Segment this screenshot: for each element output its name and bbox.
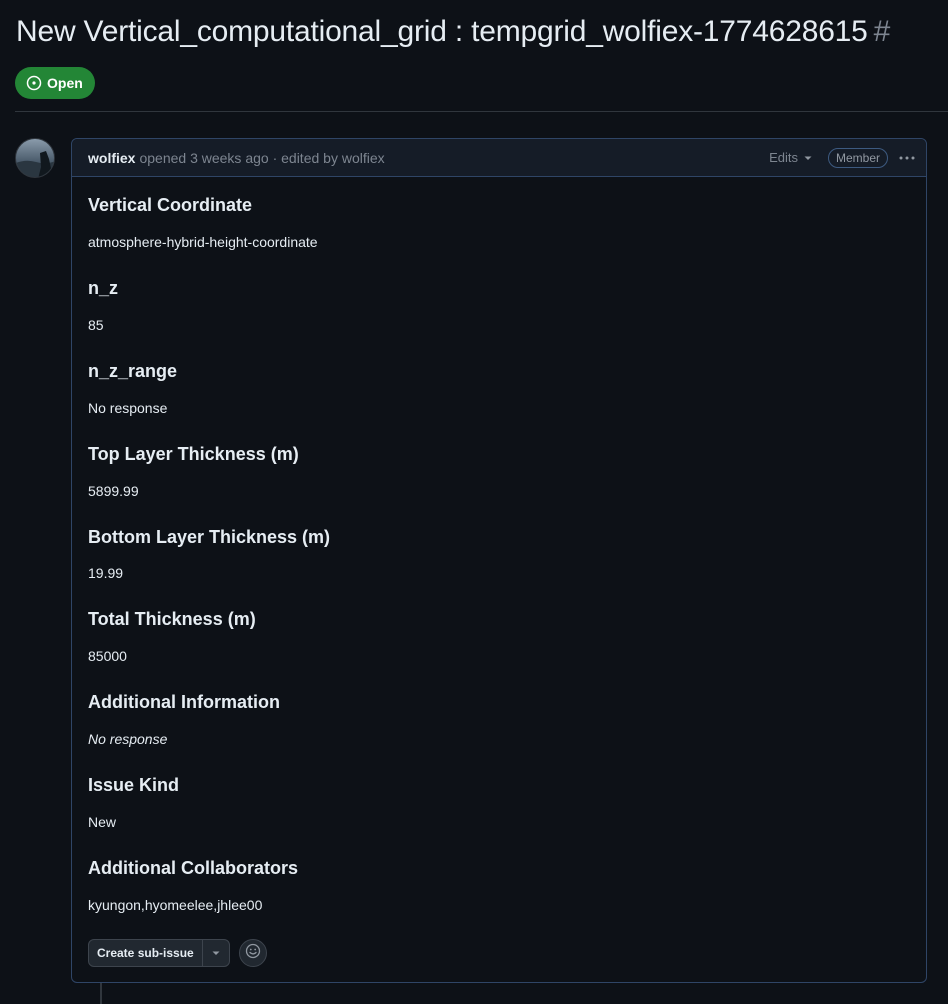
header-divider — [15, 111, 948, 112]
edits-label: Edits — [769, 150, 798, 165]
field-value: New — [88, 814, 117, 830]
field-heading: n_z — [88, 278, 119, 298]
create-subissue-dropdown[interactable] — [201, 940, 229, 966]
issue-title: New Vertical_computational_grid : tempgr… — [16, 15, 868, 48]
field-value: 5899.99 — [88, 483, 139, 499]
field-heading: Additional Collaborators — [88, 858, 299, 878]
field-value: No response — [88, 400, 168, 416]
issue-number-prefix: # — [873, 15, 891, 48]
edits-dropdown[interactable]: Edits — [769, 150, 812, 165]
issue-state-label: Open — [47, 75, 83, 91]
smiley-icon — [245, 943, 261, 964]
field-value: 85 — [88, 317, 104, 333]
field-heading: Bottom Layer Thickness (m) — [88, 527, 331, 547]
field-heading: Additional Information — [88, 692, 280, 712]
triangle-down-icon — [212, 944, 220, 962]
timeline-connector — [100, 983, 102, 1004]
kebab-horizontal-icon[interactable] — [898, 150, 916, 166]
comment-meta: opened 3 weeks ago · edited by wolfiex — [139, 149, 385, 166]
field-heading: Top Layer Thickness (m) — [88, 444, 299, 464]
field-value: No response — [88, 731, 168, 747]
field-heading: n_z_range — [88, 361, 178, 381]
field-value: atmosphere-hybrid-height-coordinate — [88, 234, 318, 250]
member-role-badge: Member — [827, 147, 888, 168]
field-heading: Total Thickness (m) — [88, 609, 256, 629]
field-heading: Issue Kind — [88, 775, 180, 795]
issue-state-badge: Open — [15, 67, 95, 99]
issue-opened-icon — [26, 75, 42, 91]
issue-body-comment: wolfiex opened 3 weeks ago · edited by w… — [71, 138, 927, 983]
issue-page: New Vertical_computational_grid : tempgr… — [0, 0, 948, 1004]
add-reaction-button[interactable] — [239, 939, 267, 967]
field-value: kyungon,hyomeelee,jhlee00 — [88, 897, 263, 913]
issue-title-row: New Vertical_computational_grid : tempgr… — [16, 12, 890, 52]
field-heading: Vertical Coordinate — [88, 195, 253, 215]
comment-header: wolfiex opened 3 weeks ago · edited by w… — [72, 139, 926, 177]
caret-down-icon — [804, 150, 812, 165]
field-value: 19.99 — [88, 565, 124, 581]
create-subissue-button-group: Create sub-issue — [88, 939, 230, 967]
field-value: 85000 — [88, 648, 127, 664]
comment-author-link[interactable]: wolfiex — [88, 150, 135, 166]
create-subissue-button[interactable]: Create sub-issue — [89, 940, 202, 966]
author-avatar[interactable] — [15, 138, 55, 178]
